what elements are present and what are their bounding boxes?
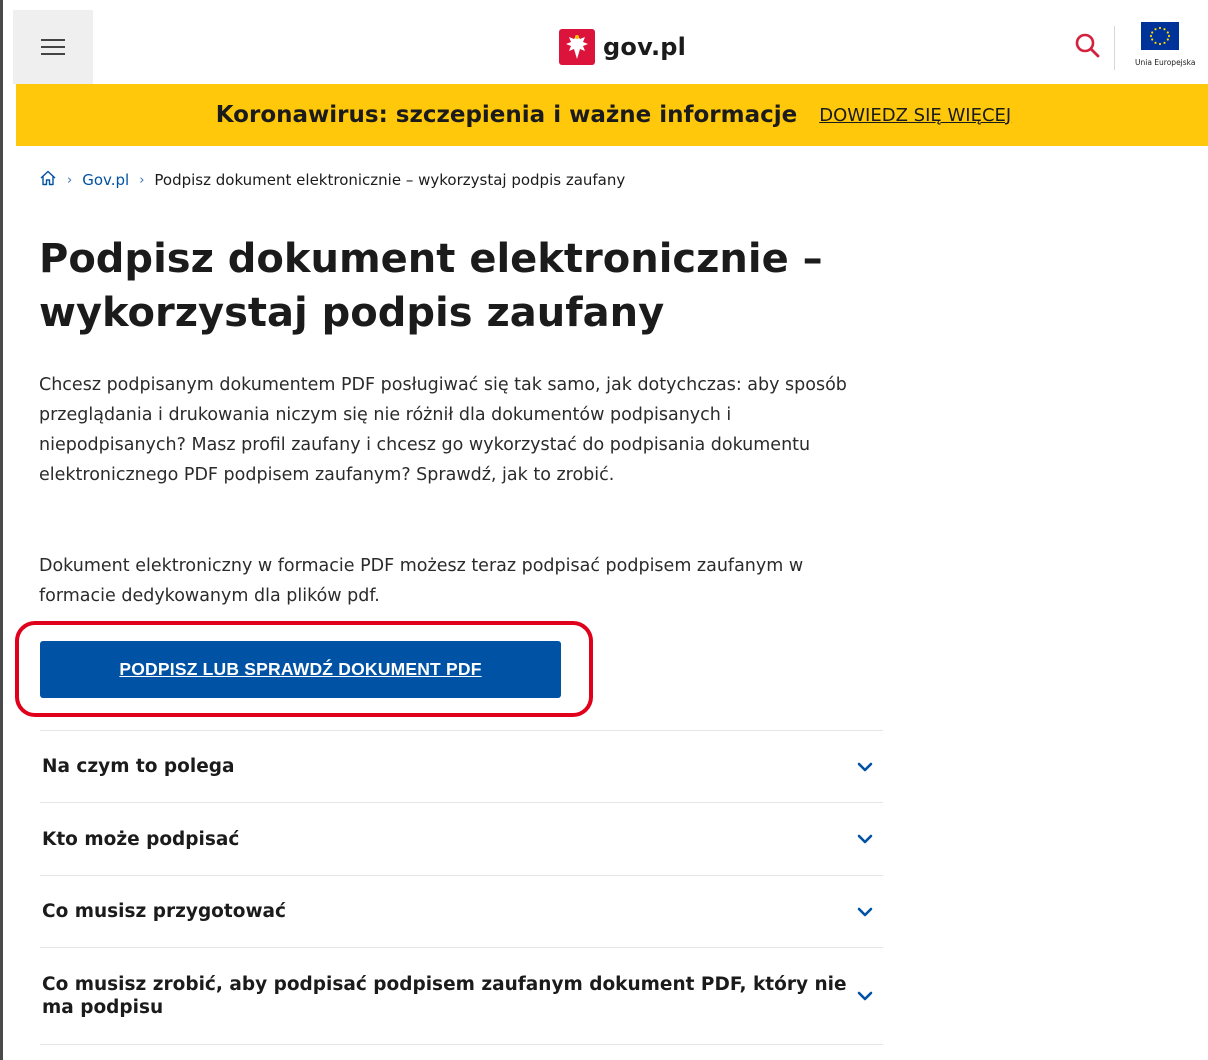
breadcrumb-current: Podpisz dokument elektronicznie – wykorz…	[154, 171, 626, 189]
banner-learn-more-link[interactable]: DOWIEDZ SIĘ WIĘCEJ	[819, 105, 1011, 126]
page-title-line2: wykorzystaj podpis zaufany	[39, 290, 665, 336]
menu-button[interactable]	[13, 10, 93, 84]
chevron-down-icon	[857, 834, 873, 844]
accordion-label: Na czym to polega	[42, 756, 235, 777]
accordion-item-na-czym-to-polega[interactable]: Na czym to polega	[40, 730, 883, 802]
accordion-label: Kto może podpisać	[42, 828, 240, 850]
logo-text: gov.pl	[603, 33, 687, 61]
accordion-label: Co musisz zrobić, aby podpisać podpisem …	[42, 974, 847, 1018]
chevron-right-icon: ›	[139, 172, 145, 188]
search-icon	[1075, 33, 1100, 57]
eu-logo[interactable]: Unia Europejska	[1135, 22, 1208, 78]
eu-flag-icon	[1141, 22, 1179, 50]
chevron-down-icon	[857, 907, 873, 916]
accordion-item-kto-moze-podpisac[interactable]: Kto może podpisać	[40, 802, 883, 875]
covid-banner: Koronawirus: szczepienia i ważne informa…	[16, 84, 1208, 146]
breadcrumb-govpl-link[interactable]: Gov.pl	[82, 171, 129, 189]
accordion-item-co-musisz-zrobic[interactable]: Co musisz zrobić, aby podpisać podpisem …	[40, 947, 883, 1044]
intro-paragraph: Chcesz podpisanym dokumentem PDF posługi…	[39, 375, 847, 485]
header-divider	[1114, 26, 1115, 70]
cta-label: PODPISZ LUB SPRAWDŹ DOKUMENT PDF	[119, 659, 482, 679]
breadcrumb-home-link[interactable]	[39, 169, 57, 191]
chevron-right-icon: ›	[67, 172, 73, 188]
eu-label: Unia Europejska	[1135, 58, 1196, 67]
page-title-line1: Podpisz dokument elektronicznie –	[39, 236, 823, 282]
chevron-down-icon	[857, 762, 873, 771]
hamburger-icon	[41, 39, 65, 55]
search-button[interactable]	[1071, 30, 1103, 62]
sign-or-verify-pdf-button[interactable]: PODPISZ LUB SPRAWDŹ DOKUMENT PDF	[40, 641, 561, 698]
govpl-logo-link[interactable]: gov.pl	[559, 28, 686, 66]
accordion: Na czym to polega Kto może podpisać Co m…	[40, 730, 883, 1045]
chevron-down-icon	[857, 991, 873, 1001]
page-title: Podpisz dokument elektronicznie – wykorz…	[39, 232, 899, 340]
banner-title: Koronawirus: szczepienia i ważne informa…	[215, 102, 798, 128]
page: gov.pl Unia Europejska Koronawirus: szcz…	[0, 0, 1208, 1060]
intro-paragraph-2: Dokument elektroniczny w formacie PDF mo…	[39, 556, 804, 606]
accordion-label: Co musisz przygotować	[42, 901, 286, 922]
home-icon	[40, 170, 56, 186]
polish-eagle-icon	[559, 29, 595, 65]
accordion-bottom-divider	[40, 1044, 883, 1045]
breadcrumb: › Gov.pl › Podpisz dokument elektroniczn…	[39, 168, 625, 192]
site-header: gov.pl Unia Europejska	[13, 10, 1208, 84]
accordion-item-co-musisz-przygotowac[interactable]: Co musisz przygotować	[40, 875, 883, 947]
